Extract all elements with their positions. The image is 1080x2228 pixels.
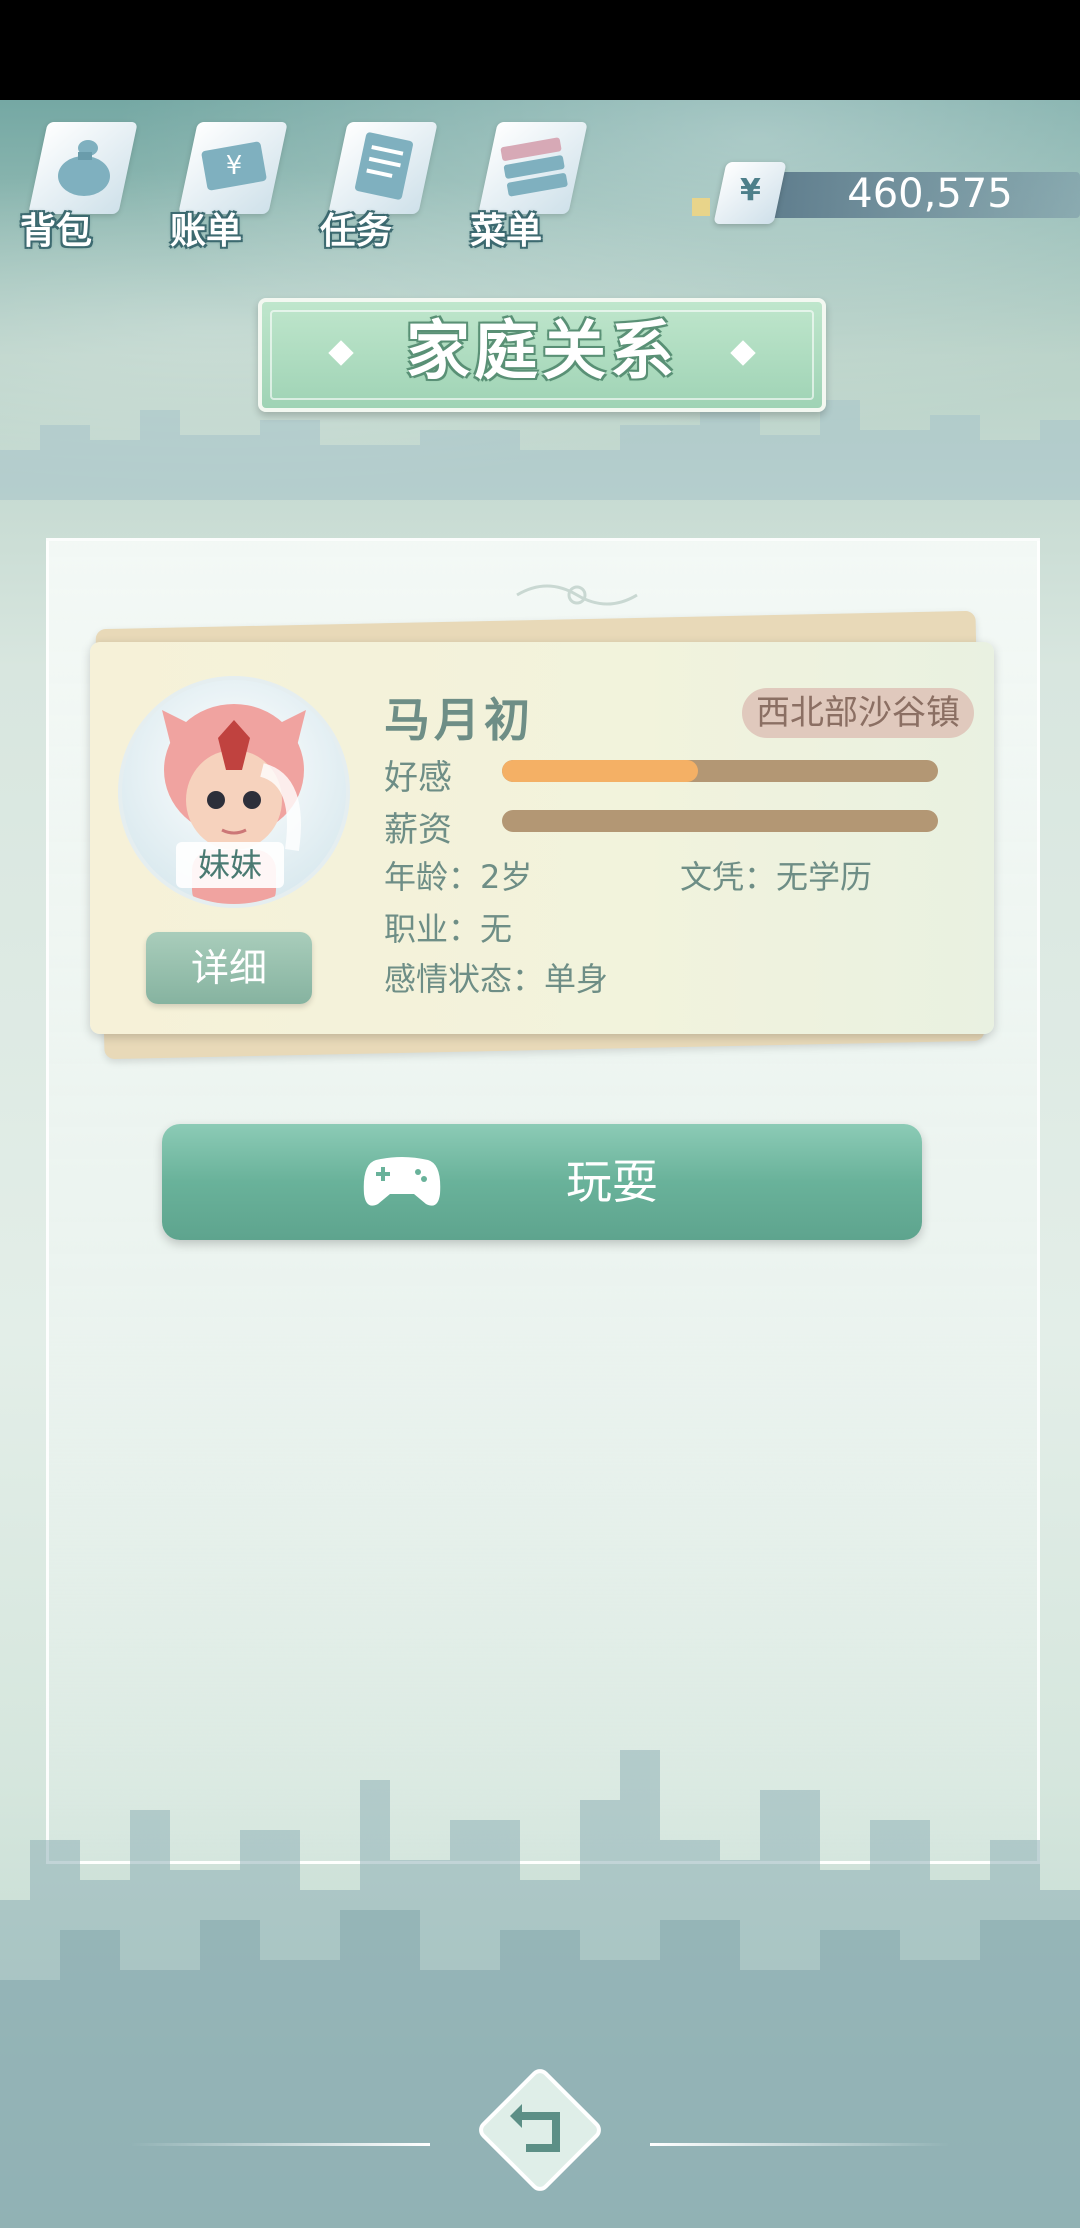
location-badge: 西北部沙谷镇 (742, 688, 974, 738)
svg-text:¥: ¥ (226, 151, 243, 181)
currency-display: ¥ 460,575 (692, 162, 1080, 224)
nav-menu-button[interactable]: 菜单 (470, 110, 590, 260)
job-info: 职业：无 (384, 910, 513, 948)
menu-icon (500, 137, 568, 197)
status-bar (0, 0, 1080, 100)
currency-decoration (692, 198, 710, 216)
play-button[interactable]: 玩耍 (162, 1124, 922, 1240)
nav-task-button[interactable]: 任务 (320, 110, 440, 260)
nav-task-label: 任务 (320, 211, 393, 252)
relationship-info: 感情状态：单身 (384, 960, 609, 998)
ornament-icon (516, 584, 638, 606)
member-name: 马月初 (384, 693, 534, 747)
detail-button[interactable]: 详细 (146, 932, 312, 1004)
task-icon (355, 132, 413, 200)
back-button[interactable] (470, 2060, 610, 2200)
nav-bag-button[interactable]: 背包 (20, 110, 140, 260)
bag-icon (58, 140, 110, 196)
yen-icon: ¥ (713, 162, 787, 224)
affection-bar (502, 760, 938, 782)
top-nav: 背包 ¥ 账单 任务 菜单 (20, 110, 640, 260)
education-info: 文凭：无学历 (680, 858, 873, 896)
nav-bill-label: 账单 (170, 211, 243, 252)
back-arrow-icon (479, 2069, 601, 2191)
salary-label: 薪资 (384, 810, 452, 850)
page-title-banner: 家庭关系 (258, 298, 826, 412)
salary-bar (502, 810, 938, 832)
divider-right (650, 2143, 950, 2146)
play-button-label: 玩耍 (566, 1155, 658, 1209)
nav-bag-label: 背包 (20, 211, 93, 252)
nav-menu-label: 菜单 (470, 211, 543, 252)
affection-bar-fill (502, 760, 699, 782)
page-title: 家庭关系 (406, 315, 678, 389)
nav-bill-button[interactable]: ¥ 账单 (170, 110, 290, 260)
relation-tag: 妹妹 (176, 842, 284, 888)
currency-value: 460,575 (847, 171, 1013, 217)
age-info: 年龄：2岁 (384, 858, 533, 896)
divider-left (130, 2143, 430, 2146)
affection-label: 好感 (384, 758, 452, 798)
bill-icon: ¥ (201, 141, 267, 191)
